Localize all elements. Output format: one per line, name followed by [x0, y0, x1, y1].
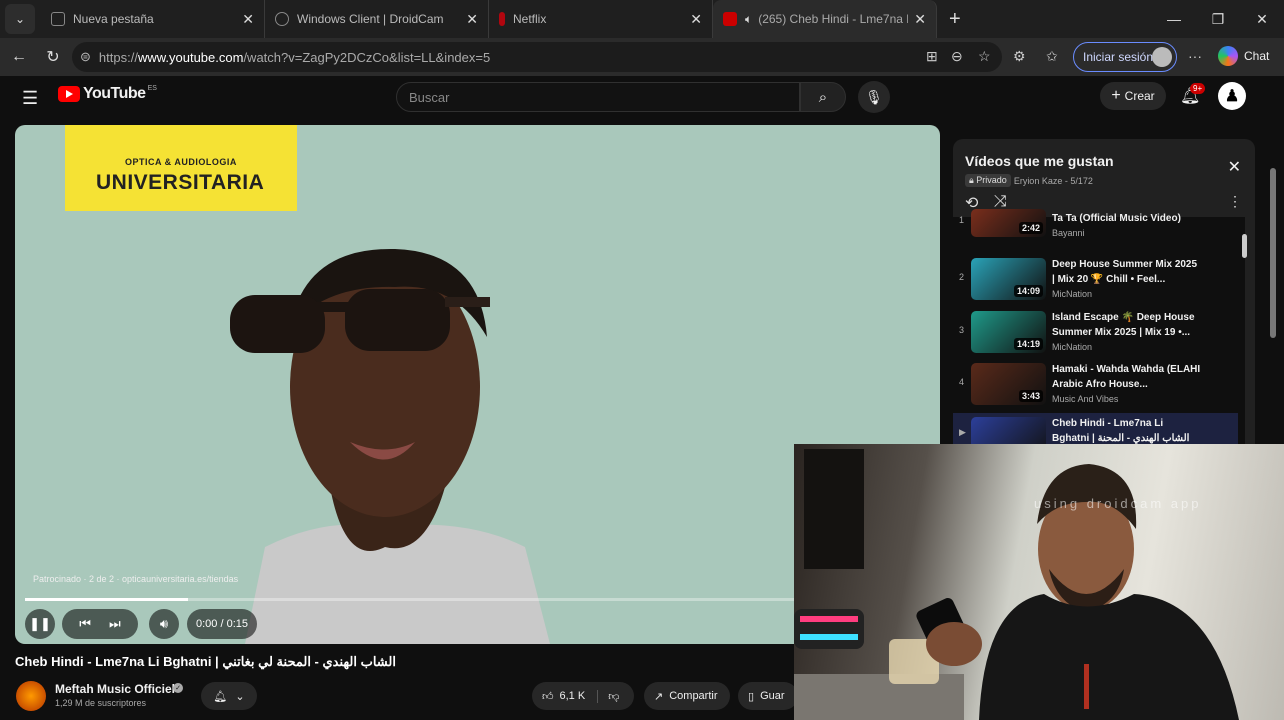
tab-droidcam[interactable]: Windows Client | DroidCam ✕ — [265, 0, 489, 38]
account-avatar[interactable]: ♟ — [1218, 82, 1246, 110]
copilot-icon — [1218, 46, 1238, 66]
address-toolbar: ← ↻ ⊜ https://www.youtube.com/watch?v=Za… — [0, 38, 1284, 76]
list-item[interactable]: 1 2:42 Ta Ta (Official Music Video) Baya… — [953, 209, 1238, 239]
video-thumbnail: 14:09 — [971, 258, 1046, 300]
playlist-items: 1 2:42 Ta Ta (Official Music Video) Baya… — [953, 209, 1245, 447]
previous-icon[interactable]: ⏮︎ — [79, 616, 91, 632]
channel-name[interactable]: Meftah Music Officiel — [55, 682, 175, 696]
close-icon[interactable]: ✕ — [466, 11, 478, 28]
mic-icon: 🎙︎ — [865, 88, 883, 105]
app-install-icon[interactable]: ⊞ — [926, 48, 938, 65]
more-options-icon[interactable]: ··· — [1188, 48, 1202, 64]
restore-icon[interactable]: ❐ — [1196, 0, 1240, 38]
share-button[interactable]: ↗ Compartir — [644, 682, 730, 710]
favorites-icon[interactable]: ✩ — [1046, 48, 1058, 65]
video-thumbnail: 14:19 — [971, 311, 1046, 353]
webcam-scene — [794, 449, 1239, 720]
dislike-icon[interactable]: 👎︎ — [597, 689, 619, 703]
like-icon[interactable]: 👍︎ — [542, 690, 554, 703]
privacy-badge: 🔒︎ Privado — [965, 174, 1011, 187]
voice-search-button[interactable]: 🎙︎ — [858, 81, 890, 113]
close-icon[interactable]: ✕ — [690, 11, 702, 28]
ad-person-image — [230, 248, 550, 644]
list-item[interactable]: 3 14:19 Island Escape 🌴 Deep House Summe… — [953, 307, 1238, 359]
video-thumbnail — [971, 417, 1046, 447]
create-button[interactable]: + Crear — [1100, 82, 1166, 110]
list-item[interactable]: 4 3:43 Hamaki - Wahda Wahda (ELAHI Arabi… — [953, 359, 1238, 411]
search-button[interactable]: ⌕ — [800, 82, 846, 112]
list-item[interactable]: 2 14:09 Deep House Summer Mix 2025 | Mix… — [953, 254, 1238, 306]
subscribe-notification-button[interactable]: 🔔︎ ⌄ — [201, 682, 257, 710]
close-window-icon[interactable]: ✕ — [1240, 0, 1284, 38]
page-icon — [51, 12, 65, 26]
speaker-icon[interactable]: 🔈︎ — [745, 12, 752, 27]
notification-badge: 9+ — [1190, 83, 1206, 94]
volume-icon: 🔊︎ — [159, 616, 169, 631]
webcam-watermark: using droidcam app — [1034, 496, 1202, 511]
verified-check-icon: ✓ — [173, 683, 183, 693]
close-icon[interactable]: ✕ — [914, 11, 926, 28]
droidcam-icon — [275, 12, 289, 26]
tab-netflix[interactable]: Netflix ✕ — [489, 0, 713, 38]
playlist-scrollbar[interactable] — [1242, 234, 1247, 258]
new-tab-button[interactable]: + — [949, 8, 961, 31]
pause-button[interactable]: ❚❚ — [25, 609, 55, 639]
playlist-panel: Vídeos que me gustan 🔒︎ Privado Eryion K… — [953, 139, 1255, 447]
plus-icon: + — [1111, 87, 1121, 104]
close-icon[interactable]: ✕ — [242, 11, 254, 28]
video-title: Cheb Hindi - Lme7na Li Bghatni | الشاب ا… — [15, 654, 396, 669]
like-count: 6,1 K — [559, 690, 586, 702]
search-icon: ⌕ — [818, 88, 828, 106]
playlist-title[interactable]: Vídeos que me gustan — [965, 153, 1114, 169]
profile-avatar — [1152, 47, 1172, 67]
reload-icon[interactable]: ↻ — [36, 40, 70, 74]
chevron-down-icon: ⌄ — [14, 12, 26, 26]
netflix-icon — [499, 12, 505, 26]
window-controls: — ❐ ✕ — [1152, 0, 1284, 38]
youtube-icon — [723, 12, 737, 26]
url-field[interactable]: ⊜ https://www.youtube.com/watch?v=ZagPy2… — [72, 42, 1002, 72]
save-button[interactable]: ▯ Guar — [738, 682, 798, 710]
copilot-chat-button[interactable]: Chat — [1218, 46, 1269, 66]
zoom-icon[interactable]: ⊖ — [951, 48, 963, 65]
list-item-now-playing[interactable]: ▶ Cheb Hindi - Lme7na Li Bghatni | الشاب… — [953, 413, 1238, 447]
like-dislike-group: 👍︎ 6,1 K 👎︎ — [532, 682, 634, 710]
tab-youtube-active[interactable]: 🔈︎ (265) Cheb Hindi - Lme7na Li ✕ — [713, 0, 937, 38]
chevron-down-icon: ⌄ — [235, 690, 245, 703]
pause-icon: ❚❚ — [29, 616, 51, 631]
back-arrow-icon[interactable]: ← — [2, 40, 36, 74]
video-thumbnail: 2:42 — [971, 209, 1046, 237]
search-input[interactable]: Buscar — [396, 82, 800, 112]
bookmark-icon: ▯ — [748, 690, 755, 703]
page-scrollbar[interactable] — [1270, 168, 1276, 338]
time-display: 0:00 / 0:15 — [187, 609, 257, 639]
sponsored-label[interactable]: Patrocinado · 2 de 2 · opticauniversitar… — [33, 574, 238, 584]
channel-avatar[interactable] — [16, 681, 46, 711]
menu-icon[interactable]: ☰ — [22, 88, 38, 109]
favorite-star-icon[interactable]: ☆ — [978, 48, 991, 65]
youtube-logo[interactable]: YouTube ES — [58, 85, 157, 103]
more-vert-icon[interactable]: ⋮ — [1228, 193, 1242, 210]
subscriber-count: 1,29 M de suscriptores — [55, 698, 147, 708]
volume-button[interactable]: 🔊︎ — [149, 609, 179, 639]
share-icon: ↗ — [654, 690, 664, 703]
signin-button[interactable]: Iniciar sesión — [1073, 42, 1177, 72]
tab-actions-menu[interactable]: ⌄ — [5, 4, 35, 34]
browser-tab-bar: ⌄ Nueva pestaña ✕ Windows Client | Droid… — [0, 0, 1284, 38]
webcam-overlay[interactable]: using droidcam app — [794, 444, 1284, 720]
prev-next-group: ⏮︎ ⏭︎ — [62, 609, 138, 639]
bell-icon: 🔔︎ — [213, 690, 228, 703]
minimize-icon[interactable]: — — [1152, 0, 1196, 38]
progress-fill — [25, 598, 188, 601]
extensions-icon[interactable]: ⚙ — [1013, 48, 1026, 65]
video-thumbnail: 3:43 — [971, 363, 1046, 405]
playlist-meta: 🔒︎ Privado Eryion Kaze - 5/172 — [965, 174, 1093, 187]
youtube-play-icon — [58, 86, 80, 102]
tab-new-tab[interactable]: Nueva pestaña ✕ — [41, 0, 265, 38]
close-playlist-icon[interactable]: ✕ — [1228, 157, 1241, 177]
site-info-icon[interactable]: ⊜ — [80, 49, 91, 65]
next-icon[interactable]: ⏭︎ — [109, 616, 121, 632]
